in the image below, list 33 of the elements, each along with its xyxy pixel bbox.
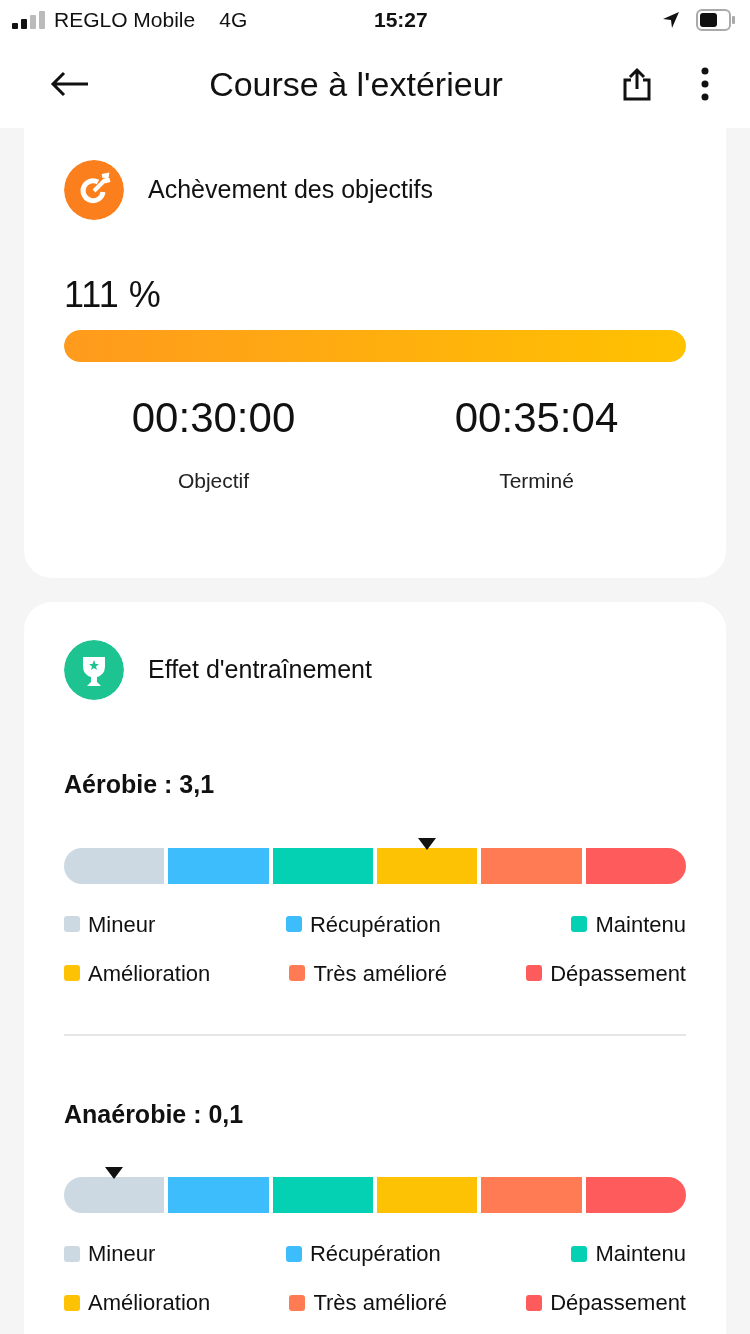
legend-label: Très amélioré [313,959,448,988]
legend-label: Dépassement [550,1289,686,1317]
back-button[interactable] [50,71,90,97]
battery-icon [696,9,736,31]
stat-value: 00:30:00 [130,393,297,443]
card-title: Achèvement des objectifs [148,174,433,206]
legend-label: Maintenu [595,1240,686,1268]
stat-label: Objectif [176,468,251,494]
trophy-icon [64,640,124,700]
more-button[interactable] [700,67,710,101]
legend-label: Amélioration [88,959,211,988]
legend-label: Mineur [88,1240,156,1268]
network-type: 4G [219,7,248,34]
legend-label: Très amélioré [313,1289,448,1317]
signal-icon [12,11,46,29]
stat-label: Terminé [498,468,575,494]
carrier-name: REGLO Mobile [54,7,196,34]
target-icon [64,160,124,220]
card-title: Effet d'entraînement [148,654,372,686]
page-title: Course à l'extérieur [208,63,504,105]
legend-label: Amélioration [88,1289,211,1317]
share-button[interactable] [622,67,652,101]
clock-time: 15:27 [374,7,428,34]
percent-value: 111 % [64,273,162,317]
stat-value: 00:35:04 [453,393,620,443]
legend-label: Récupération [309,1240,441,1268]
legend-label: Maintenu [595,910,686,939]
effect-label: Aérobie : 3,1 [64,769,216,800]
effect-label: Anaérobie : 0,1 [64,1098,245,1130]
location-arrow-icon [662,11,680,29]
legend-label: Dépassement [550,959,686,988]
legend-label: Récupération [309,910,441,939]
legend-label: Mineur [88,910,156,939]
